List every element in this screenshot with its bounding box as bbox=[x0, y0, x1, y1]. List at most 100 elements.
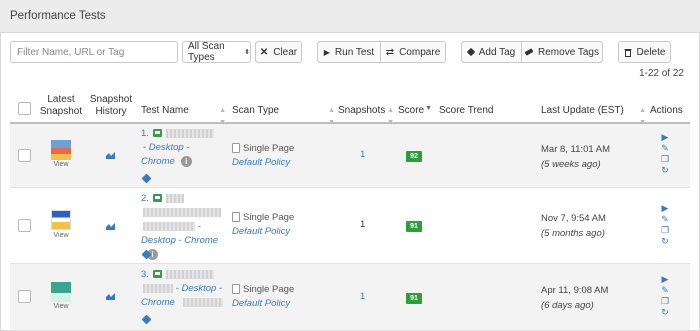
scan-type-select[interactable]: All Scan Types ⬍ bbox=[182, 41, 251, 63]
info-icon[interactable]: i bbox=[180, 155, 192, 167]
delete-button[interactable]: Delete bbox=[618, 41, 671, 63]
col-history-line2: History bbox=[95, 106, 127, 117]
table-header: Latest Snapshot Snapshot History Test Na… bbox=[10, 84, 690, 126]
last-update-cell: Mar 8, 11:01 AM (5 weeks ago) bbox=[541, 142, 610, 172]
row-checkbox[interactable] bbox=[18, 290, 31, 303]
test-index[interactable]: 2. bbox=[141, 193, 149, 204]
result-count: 1-22 of 22 bbox=[638, 68, 684, 79]
col-score[interactable]: Score ▼ bbox=[398, 105, 434, 117]
col-last-update[interactable]: Last Update (EST) ▲ ▼ bbox=[541, 105, 646, 126]
test-name-cell: 2. - Desktop - Chromei bbox=[141, 192, 231, 262]
last-update-cell: Nov 7, 9:54 AM (5 months ago) bbox=[541, 211, 606, 241]
chart-icon[interactable] bbox=[106, 223, 115, 230]
row-checkbox[interactable] bbox=[18, 149, 31, 162]
play-icon[interactable]: ▶ bbox=[660, 203, 670, 214]
update-date: Nov 7, 9:54 AM bbox=[541, 213, 606, 224]
col-latest-line2: Snapshot bbox=[39, 106, 83, 117]
monitor-icon bbox=[152, 270, 162, 279]
snapshot-thumbnail[interactable] bbox=[51, 210, 71, 230]
view-link[interactable]: View bbox=[47, 161, 75, 168]
pencil-icon[interactable]: ✎ bbox=[660, 214, 670, 225]
test-name-cell: 1. - Desktop - Chrome i bbox=[141, 127, 229, 169]
sort-desc-icon: ▼ bbox=[425, 105, 432, 112]
device-line-2: Chrome bbox=[141, 156, 175, 167]
snapshot-thumbnail[interactable] bbox=[51, 282, 71, 302]
col-actions-label: Actions bbox=[650, 105, 683, 116]
device-line-2: Desktop - Chrome bbox=[141, 235, 219, 246]
refresh-icon[interactable]: ↻ bbox=[660, 236, 670, 247]
col-last-update-label: Last Update (EST) bbox=[541, 105, 624, 116]
policy-link[interactable]: Default Policy bbox=[232, 226, 290, 237]
last-update-cell: Apr 11, 9:08 AM (6 days ago) bbox=[541, 283, 608, 313]
score-badge: 91 bbox=[406, 293, 422, 304]
clear-button[interactable]: ✕ Clear bbox=[255, 41, 302, 63]
tag-icon[interactable] bbox=[141, 173, 152, 184]
chart-icon[interactable] bbox=[106, 152, 115, 159]
add-tag-button[interactable]: Add Tag bbox=[462, 42, 521, 62]
filter-input[interactable]: Filter Name, URL or Tag bbox=[10, 41, 178, 63]
copy-icon[interactable]: ❐ bbox=[660, 154, 670, 165]
redacted-url bbox=[143, 207, 221, 217]
col-score-trend: Score Trend bbox=[439, 105, 493, 117]
add-tag-label: Add Tag bbox=[478, 46, 516, 58]
policy-link[interactable]: Default Policy bbox=[232, 298, 290, 309]
scan-type-cell: Single Page Default Policy bbox=[232, 142, 294, 170]
select-arrows-icon: ⬍ bbox=[244, 49, 250, 56]
redacted-url bbox=[182, 297, 223, 307]
play-icon[interactable]: ▶ bbox=[660, 132, 670, 143]
test-index[interactable]: 3. bbox=[141, 269, 149, 280]
snapshot-count[interactable]: 1 bbox=[360, 219, 365, 230]
filter-placeholder: Filter Name, URL or Tag bbox=[17, 46, 125, 58]
play-icon[interactable]: ▶ bbox=[660, 274, 670, 285]
refresh-icon[interactable]: ↻ bbox=[660, 165, 670, 176]
device-line-1: - Desktop - bbox=[143, 142, 190, 153]
compare-button[interactable]: ⇄ Compare bbox=[380, 42, 445, 62]
delete-label: Delete bbox=[636, 46, 666, 58]
run-test-label: Run Test bbox=[334, 46, 375, 58]
score-badge: 92 bbox=[406, 151, 422, 162]
view-link[interactable]: View bbox=[47, 232, 75, 239]
trash-icon bbox=[624, 48, 632, 57]
pencil-icon[interactable]: ✎ bbox=[660, 143, 670, 154]
pencil-icon[interactable]: ✎ bbox=[660, 285, 670, 296]
table-row: View 3. - Desktop - Chrome Single Page D… bbox=[10, 264, 690, 331]
device-line-1: - bbox=[197, 221, 201, 232]
tag-group: Add Tag Remove Tags bbox=[461, 41, 603, 63]
chart-icon[interactable] bbox=[106, 293, 115, 300]
remove-tags-label: Remove Tags bbox=[538, 46, 599, 58]
panel-header: Performance Tests bbox=[0, 0, 700, 33]
monitor-icon bbox=[152, 129, 162, 138]
col-scan-type[interactable]: Scan Type ▲ ▼ bbox=[232, 105, 335, 126]
run-test-button[interactable]: ▶ Run Test bbox=[318, 42, 380, 62]
snapshot-count[interactable]: 1 bbox=[360, 149, 365, 160]
tag-icon[interactable] bbox=[141, 314, 152, 325]
document-icon bbox=[232, 143, 240, 154]
copy-icon[interactable]: ❐ bbox=[660, 296, 670, 307]
col-latest-snapshot: Latest Snapshot bbox=[38, 94, 84, 118]
policy-link[interactable]: Default Policy bbox=[232, 157, 290, 168]
refresh-icon[interactable]: ↻ bbox=[660, 307, 670, 318]
row-checkbox[interactable] bbox=[18, 219, 31, 232]
close-icon: ✕ bbox=[259, 46, 269, 58]
col-snapshots[interactable]: Snapshots ▲ ▼ bbox=[338, 105, 394, 126]
scan-type-text: Single Page bbox=[243, 284, 295, 295]
scan-type-text: Single Page bbox=[243, 143, 295, 154]
redacted-name bbox=[165, 193, 184, 203]
clear-label: Clear bbox=[273, 46, 298, 58]
remove-tags-button[interactable]: Remove Tags bbox=[521, 42, 602, 62]
col-latest-line1: Latest bbox=[47, 94, 75, 105]
col-actions: Actions bbox=[650, 105, 683, 117]
select-all-checkbox[interactable] bbox=[18, 102, 31, 115]
document-icon bbox=[232, 284, 240, 295]
copy-icon[interactable]: ❐ bbox=[660, 225, 670, 236]
col-test-name[interactable]: Test Name ▲ ▼ bbox=[141, 105, 226, 126]
scan-type-cell: Single Page Default Policy bbox=[232, 283, 294, 311]
compare-label: Compare bbox=[399, 46, 441, 58]
test-index[interactable]: 1. bbox=[141, 128, 149, 139]
view-link[interactable]: View bbox=[47, 303, 75, 310]
update-relative: (5 weeks ago) bbox=[541, 159, 601, 170]
snapshot-count[interactable]: 1 bbox=[360, 291, 365, 302]
row-actions: ▶ ✎ ❐ ↻ bbox=[660, 132, 672, 176]
snapshot-thumbnail[interactable] bbox=[51, 140, 71, 160]
update-date: Mar 8, 11:01 AM bbox=[541, 144, 610, 155]
